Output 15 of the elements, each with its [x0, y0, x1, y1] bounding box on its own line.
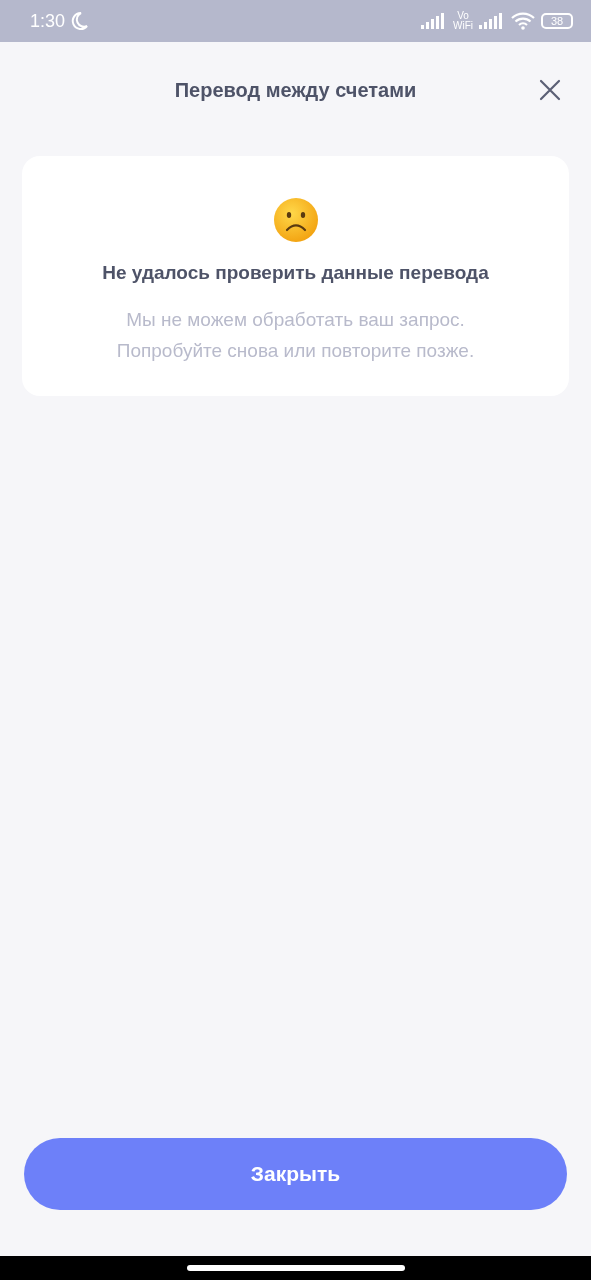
close-icon[interactable] [539, 79, 561, 101]
sad-face-icon [271, 196, 320, 244]
status-time: 1:30 [30, 10, 66, 32]
wifi-icon [511, 12, 535, 30]
signal-icon [421, 13, 447, 29]
vowifi-label: Vo [457, 11, 469, 21]
error-title: Не удалось проверить данные перевода [102, 262, 489, 284]
vowifi-label: WiFi [453, 21, 473, 31]
error-message: Мы не можем обработать ваш запрос. [126, 308, 465, 332]
moon-icon [69, 11, 90, 31]
battery-icon: 38 [541, 13, 573, 29]
error-message: Попробуйте снова или повторите позже. [116, 339, 475, 363]
screen-title: Перевод между счетами [174, 78, 417, 102]
close-button[interactable]: Закрыть [24, 1138, 567, 1210]
signal-icon [479, 13, 505, 29]
